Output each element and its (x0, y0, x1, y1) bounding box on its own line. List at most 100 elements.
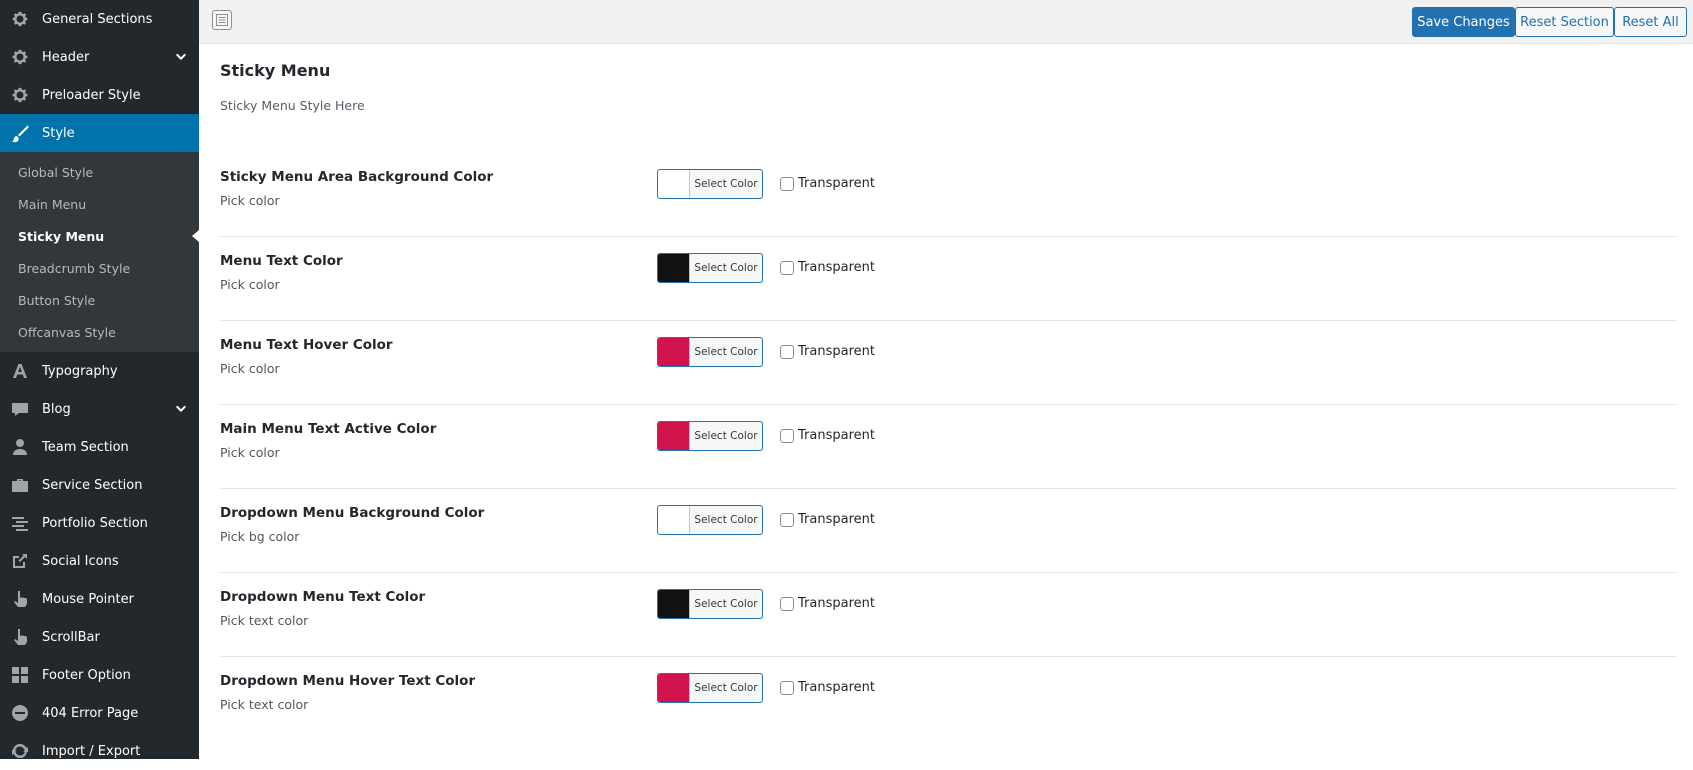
expand-icon (216, 14, 228, 26)
sidebar-item-label: Blog (42, 401, 71, 417)
select-color-label: Select Color (694, 346, 758, 358)
submenu-item-global-style[interactable]: Global Style (0, 156, 199, 188)
sidebar-item-404-error-page[interactable]: 404 Error Page (0, 694, 199, 732)
transparent-option[interactable]: Transparent (780, 176, 875, 191)
sidebar-item-team-section[interactable]: Team Section (0, 428, 199, 466)
transparent-label: Transparent (798, 428, 875, 443)
sidebar-item-label: General Sections (42, 11, 153, 27)
color-field-row: Menu Text Color Pick color Select Color Tra… (220, 237, 1677, 321)
field-subtitle: Pick text color (220, 613, 309, 628)
minus-circle-icon (10, 703, 30, 723)
transparent-option[interactable]: Transparent (780, 512, 875, 527)
submenu-item-button-style[interactable]: Button Style (0, 284, 199, 316)
transparent-checkbox[interactable] (780, 428, 794, 443)
select-color-button[interactable]: Select Color (657, 253, 763, 283)
pointer-icon (10, 627, 30, 647)
sidebar-item-style[interactable]: Style (0, 114, 199, 152)
typography-icon (10, 361, 30, 381)
select-color-button[interactable]: Select Color (657, 421, 763, 451)
select-color-label: Select Color (694, 178, 758, 190)
sidebar-item-scrollbar[interactable]: ScrollBar (0, 618, 199, 656)
field-subtitle: Pick text color (220, 697, 309, 712)
transparent-label: Transparent (798, 260, 875, 275)
transparent-option[interactable]: Transparent (780, 344, 875, 359)
expand-options-button[interactable] (212, 10, 232, 30)
sidebar-item-label: Style (42, 125, 75, 141)
color-swatch (658, 590, 690, 618)
sidebar-item-service-section[interactable]: Service Section (0, 466, 199, 504)
style-submenu: Global Style Main Menu Sticky Menu Breadcru… (0, 152, 199, 352)
field-subtitle: Pick color (220, 445, 280, 460)
field-title: Sticky Menu Area Background Color (220, 169, 494, 185)
sidebar-item-header[interactable]: Header (0, 38, 199, 76)
admin-sidebar: General Sections Header Preloader Style Sty… (0, 0, 199, 759)
transparent-label: Transparent (798, 680, 875, 695)
transparent-option[interactable]: Transparent (780, 596, 875, 611)
select-color-label: Select Color (694, 514, 758, 526)
color-swatch (658, 170, 690, 198)
field-title: Menu Text Color (220, 253, 343, 269)
transparent-checkbox[interactable] (780, 260, 794, 275)
sidebar-item-footer-option[interactable]: Footer Option (0, 656, 199, 694)
sidebar-item-preloader-style[interactable]: Preloader Style (0, 76, 199, 114)
transparent-checkbox[interactable] (780, 512, 794, 527)
transparent-checkbox[interactable] (780, 344, 794, 359)
select-color-button[interactable]: Select Color (657, 169, 763, 199)
reset-section-button[interactable]: Reset Section (1515, 7, 1614, 37)
sidebar-item-label: Service Section (42, 477, 143, 493)
sidebar-item-label: Team Section (42, 439, 129, 455)
user-icon (10, 437, 30, 457)
brush-icon (10, 123, 30, 143)
briefcase-icon (10, 475, 30, 495)
sidebar-item-blog[interactable]: Blog (0, 390, 199, 428)
submenu-item-main-menu[interactable]: Main Menu (0, 188, 199, 220)
transparent-checkbox[interactable] (780, 680, 794, 695)
sidebar-item-label: ScrollBar (42, 629, 100, 645)
sidebar-item-import-export[interactable]: Import / Export (0, 732, 199, 770)
sidebar-item-social-icons[interactable]: Social Icons (0, 542, 199, 580)
field-subtitle: Pick color (220, 277, 280, 292)
select-color-button[interactable]: Select Color (657, 337, 763, 367)
gear-icon (10, 47, 30, 67)
transparent-label: Transparent (798, 344, 875, 359)
save-changes-button[interactable]: Save Changes (1412, 7, 1515, 37)
select-color-button[interactable]: Select Color (657, 589, 763, 619)
options-toolbar: Save Changes Reset Section Reset All (199, 0, 1693, 44)
transparent-option[interactable]: Transparent (780, 680, 875, 695)
color-field-row: Dropdown Menu Text Color Pick text color S… (220, 573, 1677, 657)
share-icon (10, 551, 30, 571)
transparent-label: Transparent (798, 596, 875, 611)
transparent-checkbox[interactable] (780, 176, 794, 191)
sidebar-item-label: Typography (42, 363, 118, 379)
field-subtitle: Pick color (220, 193, 280, 208)
chevron-down-icon[interactable] (173, 401, 189, 417)
transparent-checkbox[interactable] (780, 596, 794, 611)
field-title: Main Menu Text Active Color (220, 421, 437, 437)
select-color-label: Select Color (694, 598, 758, 610)
select-color-button[interactable]: Select Color (657, 673, 763, 703)
transparent-label: Transparent (798, 176, 875, 191)
section-description: Sticky Menu Style Here (220, 98, 365, 113)
field-title: Dropdown Menu Hover Text Color (220, 673, 476, 689)
chevron-down-icon[interactable] (173, 49, 189, 65)
field-list: Sticky Menu Area Background Color Pick co… (220, 153, 1677, 740)
sidebar-nav-bottom: Typography Blog Team Section Service Sectio… (0, 352, 199, 770)
pointer-icon (10, 589, 30, 609)
sidebar-item-mouse-pointer[interactable]: Mouse Pointer (0, 580, 199, 618)
sidebar-item-label: 404 Error Page (42, 705, 139, 721)
sidebar-item-general-sections[interactable]: General Sections (0, 0, 199, 38)
reset-all-button[interactable]: Reset All (1614, 7, 1687, 37)
list-icon (10, 513, 30, 533)
submenu-item-sticky-menu[interactable]: Sticky Menu (0, 220, 199, 252)
color-field-row: Main Menu Text Active Color Pick color Sel… (220, 405, 1677, 489)
transparent-option[interactable]: Transparent (780, 428, 875, 443)
color-field-row: Menu Text Hover Color Pick color Select Co… (220, 321, 1677, 405)
transparent-option[interactable]: Transparent (780, 260, 875, 275)
select-color-button[interactable]: Select Color (657, 505, 763, 535)
submenu-item-offcanvas-style[interactable]: Offcanvas Style (0, 316, 199, 348)
submenu-item-breadcrumb-style[interactable]: Breadcrumb Style (0, 252, 199, 284)
grid-icon (10, 665, 30, 685)
select-color-label: Select Color (694, 262, 758, 274)
sidebar-item-typography[interactable]: Typography (0, 352, 199, 390)
sidebar-item-portfolio-section[interactable]: Portfolio Section (0, 504, 199, 542)
